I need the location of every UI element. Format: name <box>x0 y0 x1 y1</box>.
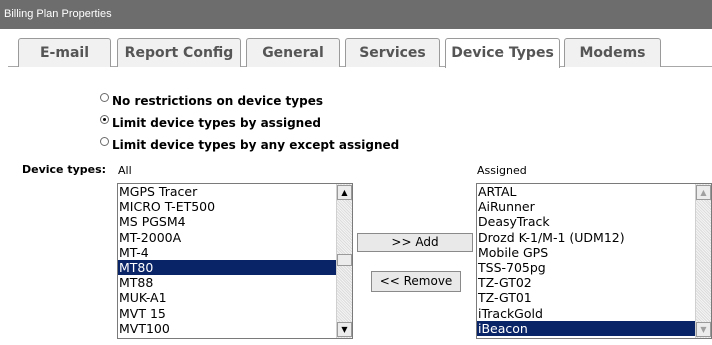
list-item[interactable]: MUK-A1 <box>118 290 336 305</box>
tab-general[interactable]: General <box>246 38 340 67</box>
list-item-selected[interactable]: iBeacon <box>477 320 695 336</box>
window-title-bar: Billing Plan Properties <box>0 0 712 29</box>
radio-limit-except-assigned[interactable] <box>100 136 109 146</box>
tab-label: Device Types <box>451 45 554 61</box>
device-types-label: Device types: <box>22 163 107 176</box>
tab-device-types[interactable]: Device Types <box>445 38 560 68</box>
tab-label: General <box>262 45 324 61</box>
tab-email[interactable]: E-mail <box>18 38 111 67</box>
list-item[interactable]: MT88 <box>118 275 336 290</box>
list-item[interactable]: DeasyTrack <box>477 214 695 229</box>
list-item[interactable]: MVT100 <box>118 321 336 336</box>
list-item[interactable]: MVT 15 <box>118 306 336 321</box>
list-item[interactable]: iTrackGold <box>477 306 695 321</box>
tab-label: Services <box>359 45 426 61</box>
tab-services[interactable]: Services <box>345 38 440 67</box>
tab-label: Modems <box>579 45 646 61</box>
add-button[interactable]: >> Add <box>357 233 473 252</box>
scroll-down-arrow-icon[interactable]: ▼ <box>696 322 711 337</box>
tab-label: Report Config <box>124 45 234 61</box>
list-item[interactable]: Mobile GPS <box>477 245 695 260</box>
all-list-label: All <box>118 164 132 177</box>
option-label: Limit device types by any except assigne… <box>112 138 400 152</box>
list-item[interactable]: TZ-GT02 <box>477 275 695 290</box>
list-item[interactable]: MS PGSM4 <box>118 214 336 229</box>
option-limit-except-assigned[interactable]: Limit device types by any except assigne… <box>100 136 399 154</box>
list-item[interactable]: TSS-705pg <box>477 260 695 275</box>
list-item[interactable]: TZ-GT01 <box>477 290 695 305</box>
all-list-items: MGPS Tracer MICRO T-ET500 MS PGSM4 MT-20… <box>118 184 336 338</box>
remove-button[interactable]: << Remove <box>371 271 461 292</box>
list-item[interactable]: AiRunner <box>477 199 695 214</box>
window-title: Billing Plan Properties <box>4 8 112 20</box>
list-item-selected[interactable]: MT80 <box>118 259 336 276</box>
option-limit-assigned[interactable]: Limit device types by assigned <box>100 114 321 132</box>
scroll-up-arrow-icon[interactable]: ▲ <box>696 185 711 200</box>
tab-modems[interactable]: Modems <box>564 38 661 67</box>
assigned-list-scrollbar[interactable]: ▲ ▼ <box>695 184 711 338</box>
list-item[interactable]: Drozd K-1/M-1 (UDM12) <box>477 230 695 245</box>
radio-limit-assigned[interactable] <box>100 114 109 124</box>
option-label: Limit device types by assigned <box>112 116 321 130</box>
assigned-list-items: ARTAL AiRunner DeasyTrack Drozd K-1/M-1 … <box>477 184 695 338</box>
list-item[interactable]: MGPS Tracer <box>118 184 336 199</box>
scroll-up-arrow-icon[interactable]: ▲ <box>337 185 352 200</box>
all-device-types-list[interactable]: MGPS Tracer MICRO T-ET500 MS PGSM4 MT-20… <box>117 183 353 339</box>
tab-report-config[interactable]: Report Config <box>117 38 241 67</box>
assigned-device-types-list[interactable]: ARTAL AiRunner DeasyTrack Drozd K-1/M-1 … <box>476 183 712 339</box>
scrollbar-thumb[interactable] <box>337 254 352 266</box>
all-list-scrollbar[interactable]: ▲ ▼ <box>336 184 352 338</box>
list-item[interactable]: MICRO T-ET500 <box>118 199 336 214</box>
list-item[interactable]: MT-2000A <box>118 230 336 245</box>
list-item[interactable]: MT-4 <box>118 245 336 260</box>
tab-label: E-mail <box>39 45 89 61</box>
option-label: No restrictions on device types <box>112 94 323 108</box>
list-item[interactable]: ARTAL <box>477 184 695 199</box>
option-no-restrictions[interactable]: No restrictions on device types <box>100 92 323 110</box>
radio-no-restrictions[interactable] <box>100 92 109 102</box>
scroll-down-arrow-icon[interactable]: ▼ <box>337 322 352 337</box>
assigned-list-label: Assigned <box>477 164 527 177</box>
